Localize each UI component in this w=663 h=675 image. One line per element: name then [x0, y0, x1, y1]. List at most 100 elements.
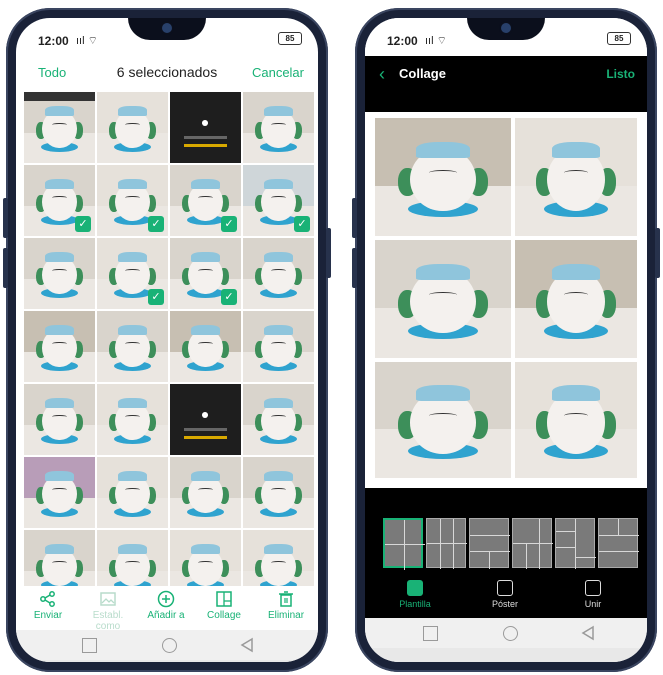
photo-thumbnail	[24, 457, 95, 528]
photo-thumbnail	[170, 92, 241, 163]
plus-circle-icon	[157, 590, 175, 608]
battery-icon: 85	[607, 32, 631, 45]
collage-template-option[interactable]	[426, 518, 467, 569]
gallery-photo[interactable]	[97, 311, 168, 382]
collage-template-option[interactable]	[469, 518, 510, 569]
photo-thumbnail	[170, 384, 241, 455]
photo-thumbnail	[243, 238, 314, 309]
photo-thumbnail	[515, 362, 637, 478]
delete-label: Eliminar	[267, 610, 305, 621]
gallery-photo[interactable]	[24, 92, 95, 163]
collage-screen: 12:00 ııl ⌔ 85 ‹ Collage Listo Plantilla…	[365, 18, 647, 662]
collage-photo[interactable]	[375, 118, 511, 236]
photo-thumbnail	[97, 92, 168, 163]
volume-button	[352, 198, 357, 238]
recents-icon[interactable]	[423, 626, 438, 641]
gallery-photo[interactable]	[170, 457, 241, 528]
collage-template-option[interactable]	[555, 518, 596, 569]
photo-thumbnail	[375, 240, 511, 358]
gallery-photo[interactable]	[243, 92, 314, 163]
tab-template[interactable]: Plantilla	[385, 580, 445, 609]
system-nav-bar	[16, 630, 318, 660]
photo-thumbnail	[24, 92, 95, 163]
photo-thumbnail	[243, 384, 314, 455]
gallery-photo[interactable]	[170, 530, 241, 588]
poster-icon	[497, 580, 513, 596]
gallery-photo[interactable]	[97, 92, 168, 163]
gallery-photo[interactable]	[243, 384, 314, 455]
action-toolbar: Enviar Establ. como Añadir a Collage Eli…	[16, 586, 318, 632]
gallery-photo[interactable]: ✓	[97, 165, 168, 236]
template-divider	[556, 547, 575, 548]
screen-bottom	[16, 660, 318, 662]
gallery-photo[interactable]: ✓	[243, 165, 314, 236]
signal-wifi-icon: ııl ⌔	[76, 35, 98, 47]
done-button[interactable]: Listo	[606, 67, 635, 81]
gallery-photo[interactable]	[24, 384, 95, 455]
gallery-photo[interactable]	[97, 457, 168, 528]
collage-photo[interactable]	[515, 118, 637, 236]
gallery-photo[interactable]	[243, 311, 314, 382]
collage-template-option[interactable]	[598, 518, 639, 568]
back-triangle-icon[interactable]	[240, 637, 254, 653]
photo-thumbnail	[375, 362, 511, 478]
join-icon	[585, 580, 601, 596]
collage-photo[interactable]	[375, 362, 511, 478]
gallery-photo[interactable]: ✓	[97, 238, 168, 309]
set-as-label: Establ. como	[92, 610, 124, 632]
template-divider	[599, 551, 639, 552]
cancel-button[interactable]: Cancelar	[252, 65, 304, 80]
collage-template-option[interactable]	[512, 518, 553, 569]
gallery-photo[interactable]	[243, 530, 314, 588]
photo-thumbnail	[97, 384, 168, 455]
gallery-photo[interactable]	[24, 238, 95, 309]
home-icon[interactable]	[162, 638, 177, 653]
notch	[467, 18, 545, 40]
tab-join[interactable]: Unir	[563, 580, 623, 609]
template-divider	[556, 531, 575, 532]
collage-photo[interactable]	[375, 240, 511, 358]
back-triangle-icon[interactable]	[581, 625, 595, 641]
template-divider	[470, 535, 510, 536]
photo-thumbnail	[375, 118, 511, 236]
gallery-photo[interactable]	[97, 530, 168, 588]
photo-thumbnail	[24, 311, 95, 382]
recents-icon[interactable]	[82, 638, 97, 653]
delete-button[interactable]: Eliminar	[258, 590, 314, 621]
gallery-photo[interactable]	[170, 311, 241, 382]
page-title: Collage	[399, 66, 446, 81]
selected-check-icon: ✓	[294, 216, 310, 232]
photo-thumbnail	[515, 118, 637, 236]
notch	[128, 18, 206, 40]
gallery-photo[interactable]	[24, 457, 95, 528]
gallery-photo[interactable]	[243, 457, 314, 528]
collage-template-option[interactable]	[383, 518, 425, 570]
set-as-button[interactable]: Establ. como	[80, 590, 136, 632]
template-divider	[489, 551, 490, 569]
collage-preview[interactable]	[375, 118, 637, 478]
template-divider	[539, 519, 540, 569]
collage-photo[interactable]	[515, 362, 637, 478]
gallery-photo[interactable]	[24, 530, 95, 588]
gallery-photo[interactable]: ✓	[170, 165, 241, 236]
home-icon[interactable]	[503, 626, 518, 641]
template-divider	[599, 535, 639, 536]
tab-poster-label: Póster	[491, 599, 518, 609]
add-to-button[interactable]: Añadir a	[138, 590, 194, 621]
share-button[interactable]: Enviar	[20, 590, 76, 621]
collage-button[interactable]: Collage	[196, 590, 252, 621]
gallery-photo[interactable]	[243, 238, 314, 309]
battery-icon: 85	[278, 32, 302, 45]
gallery-photo[interactable]	[170, 92, 241, 163]
gallery-photo[interactable]: ✓	[170, 238, 241, 309]
status-time: 12:00	[387, 34, 418, 48]
tab-poster[interactable]: Póster	[475, 580, 535, 609]
gallery-photo[interactable]: ✓	[24, 165, 95, 236]
back-button[interactable]: ‹	[379, 64, 385, 85]
tab-template-label: Plantilla	[399, 599, 431, 609]
gallery-photo[interactable]	[24, 311, 95, 382]
collage-photo[interactable]	[515, 240, 637, 358]
gallery-photo[interactable]	[97, 384, 168, 455]
photo-thumbnail	[97, 530, 168, 588]
gallery-photo[interactable]	[170, 384, 241, 455]
